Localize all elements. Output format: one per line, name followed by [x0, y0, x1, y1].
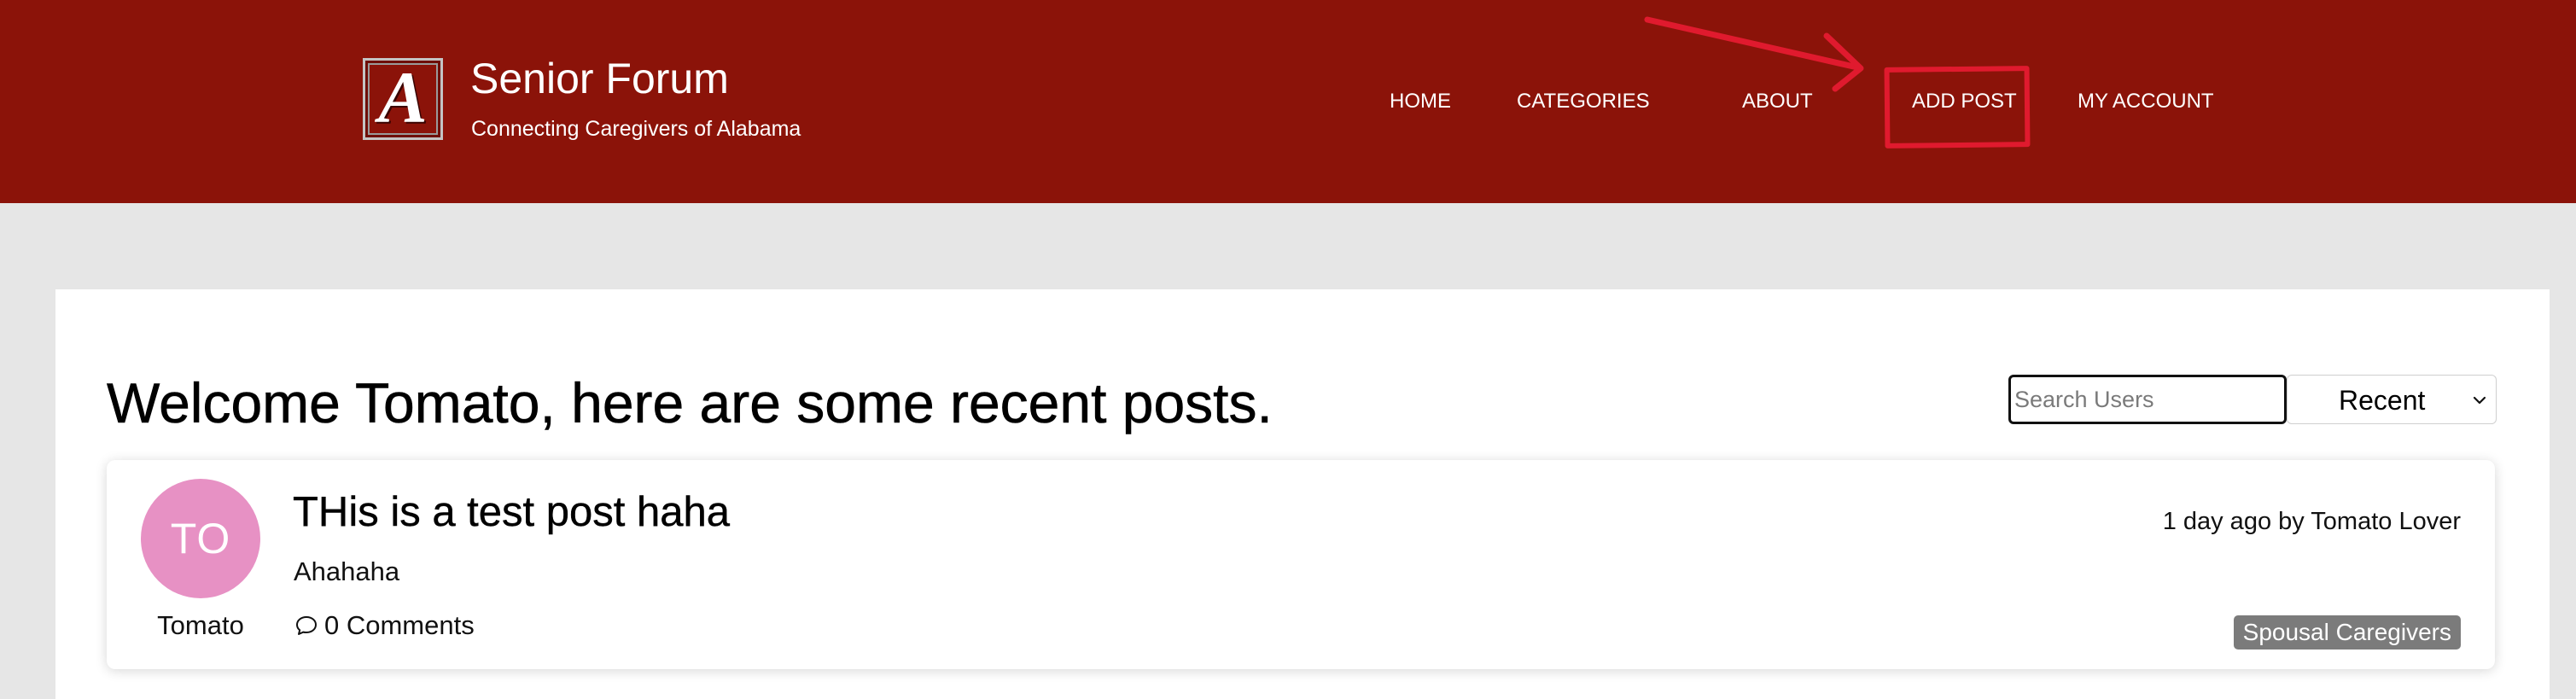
site-logo[interactable]: A	[363, 58, 443, 140]
speech-bubble-icon	[296, 616, 317, 635]
avatar-initials: TO	[170, 515, 231, 562]
site-title[interactable]: Senior Forum	[470, 53, 729, 104]
nav-home-link[interactable]: HOME	[1390, 89, 1451, 114]
main-content: Welcome Tomato, here are some recent pos…	[55, 289, 2550, 699]
site-tagline: Connecting Caregivers of Alabama	[471, 117, 801, 141]
post-body: Ahahaha	[294, 556, 400, 586]
search-users-input[interactable]	[2008, 375, 2287, 424]
post-comments-count: 0 Comments	[324, 610, 475, 640]
post-card[interactable]: TO Tomato THis is a test post haha Ahaha…	[107, 460, 2495, 669]
post-title[interactable]: THis is a test post haha	[293, 487, 730, 537]
chevron-down-icon	[2473, 396, 2486, 405]
site-header: A Senior Forum Connecting Caregivers of …	[0, 0, 2576, 203]
avatar[interactable]: TO	[141, 479, 260, 598]
sort-select[interactable]: Recent	[2287, 375, 2497, 424]
post-comments-link[interactable]: 0 Comments	[294, 610, 475, 641]
nav-about-link[interactable]: ABOUT	[1742, 89, 1813, 114]
logo-letter: A	[378, 56, 428, 138]
post-meta: 1 day ago by Tomato Lover	[2162, 508, 2461, 535]
post-author-name[interactable]: Tomato	[141, 610, 260, 641]
post-category-badge[interactable]: Spousal Caregivers	[2233, 615, 2461, 649]
nav-categories-link[interactable]: CATEGORIES	[1517, 89, 1650, 114]
sort-selected-value: Recent	[2339, 385, 2426, 416]
welcome-heading: Welcome Tomato, here are some recent pos…	[107, 371, 1273, 435]
nav-my-account-link[interactable]: MY ACCOUNT	[2078, 89, 2214, 114]
nav-add-post-link[interactable]: ADD POST	[1912, 89, 2017, 114]
